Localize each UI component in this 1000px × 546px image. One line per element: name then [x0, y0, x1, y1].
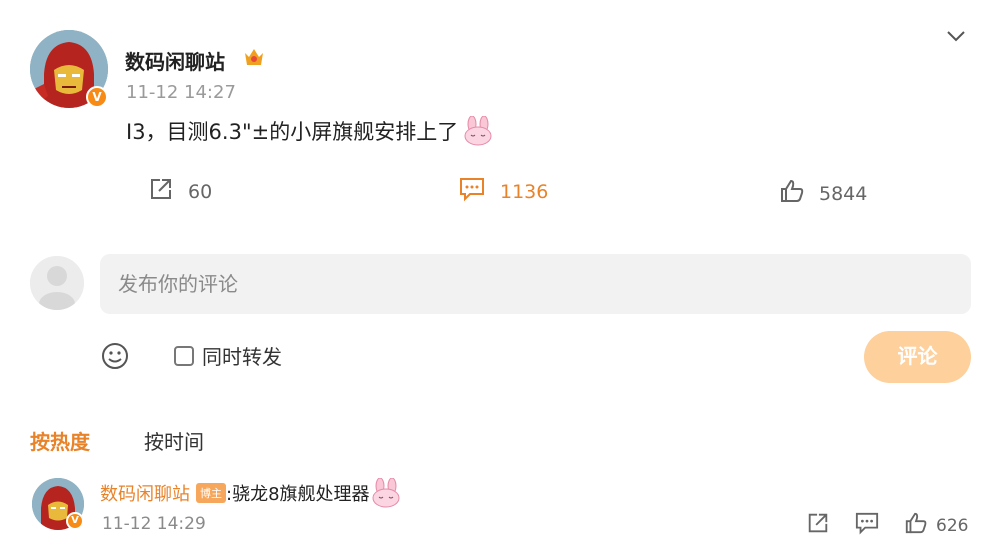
comment-button[interactable]: 1136	[458, 176, 548, 207]
verified-badge-icon: V	[86, 86, 108, 108]
bunny-emoji-icon	[370, 477, 402, 508]
like-count: 5844	[819, 182, 868, 205]
bunny-emoji-icon	[462, 115, 494, 146]
share-icon	[148, 176, 174, 207]
comment-like-count: 626	[936, 515, 969, 536]
comment-input[interactable]	[100, 254, 971, 314]
current-user-avatar	[30, 256, 84, 310]
post-content: I3，目测6.3"±的小屏旗舰安排上了	[126, 115, 494, 146]
share-count: 60	[188, 180, 213, 203]
crown-icon	[242, 45, 266, 69]
post-timestamp: 11-12 14:27	[126, 82, 236, 103]
submit-comment-button[interactable]: 评论	[864, 331, 971, 383]
comment-share-icon[interactable]	[806, 511, 830, 540]
post-text: I3，目测6.3"±的小屏旗舰安排上了	[126, 120, 459, 144]
tab-sort-time[interactable]: 按时间	[144, 426, 204, 455]
comment-actions: 626	[806, 511, 968, 540]
comment-text: :骁龙8旗舰处理器	[226, 484, 370, 505]
share-button[interactable]: 60	[148, 176, 212, 207]
comment-reply-icon[interactable]	[854, 511, 880, 540]
thumbs-up-icon	[779, 178, 805, 209]
comment-line: 数码闲聊站 博主 :骁龙8旗舰处理器	[100, 477, 402, 508]
like-button[interactable]: 5844	[779, 178, 867, 209]
comment-like-button[interactable]: 626	[904, 511, 968, 540]
repost-checkbox[interactable]	[174, 345, 194, 366]
repost-option[interactable]: 同时转发	[174, 341, 282, 370]
tab-sort-hot[interactable]: 按热度	[30, 426, 90, 455]
chevron-down-icon[interactable]	[944, 26, 968, 46]
comment-author[interactable]: 数码闲聊站	[100, 480, 190, 506]
emoji-picker-icon[interactable]	[100, 341, 130, 371]
author-badge: 博主	[196, 483, 226, 503]
commenter-verified-icon: V	[66, 512, 84, 530]
comment-timestamp: 11-12 14:29	[102, 514, 206, 534]
comment-icon	[458, 176, 486, 207]
thumbs-up-icon	[904, 511, 928, 540]
post-author-name[interactable]: 数码闲聊站	[125, 46, 225, 75]
repost-label: 同时转发	[202, 345, 282, 369]
comment-count: 1136	[500, 180, 549, 203]
